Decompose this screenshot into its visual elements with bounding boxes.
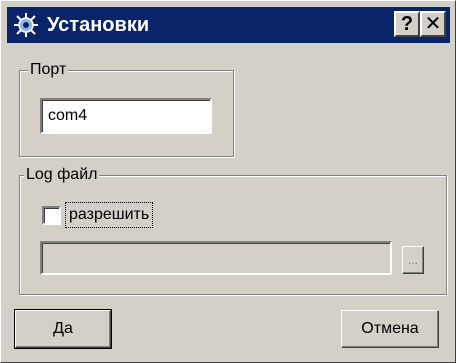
browse-button[interactable]: ... [402, 246, 424, 274]
log-file-group-legend: Log файл [24, 165, 100, 185]
enable-log-checkbox[interactable] [42, 206, 61, 225]
help-button[interactable]: ? [394, 11, 420, 37]
settings-dialog: Установки ? ✕ Порт com4 Log файл разреши… [0, 0, 456, 363]
window-title: Установки [47, 14, 150, 36]
log-file-group: Log файл разрешить ... [19, 165, 447, 295]
close-button[interactable]: ✕ [420, 11, 446, 37]
port-group: Порт com4 [19, 60, 234, 157]
enable-log-label[interactable]: разрешить [65, 202, 154, 228]
settings-gear-icon [11, 11, 41, 39]
port-input[interactable]: com4 [40, 98, 212, 134]
ok-button[interactable]: Да [14, 309, 112, 349]
port-group-legend: Порт [28, 60, 69, 80]
title-bar[interactable]: Установки ? ✕ [7, 7, 450, 43]
cancel-button[interactable]: Отмена [341, 310, 439, 348]
log-path-input[interactable] [40, 241, 392, 275]
